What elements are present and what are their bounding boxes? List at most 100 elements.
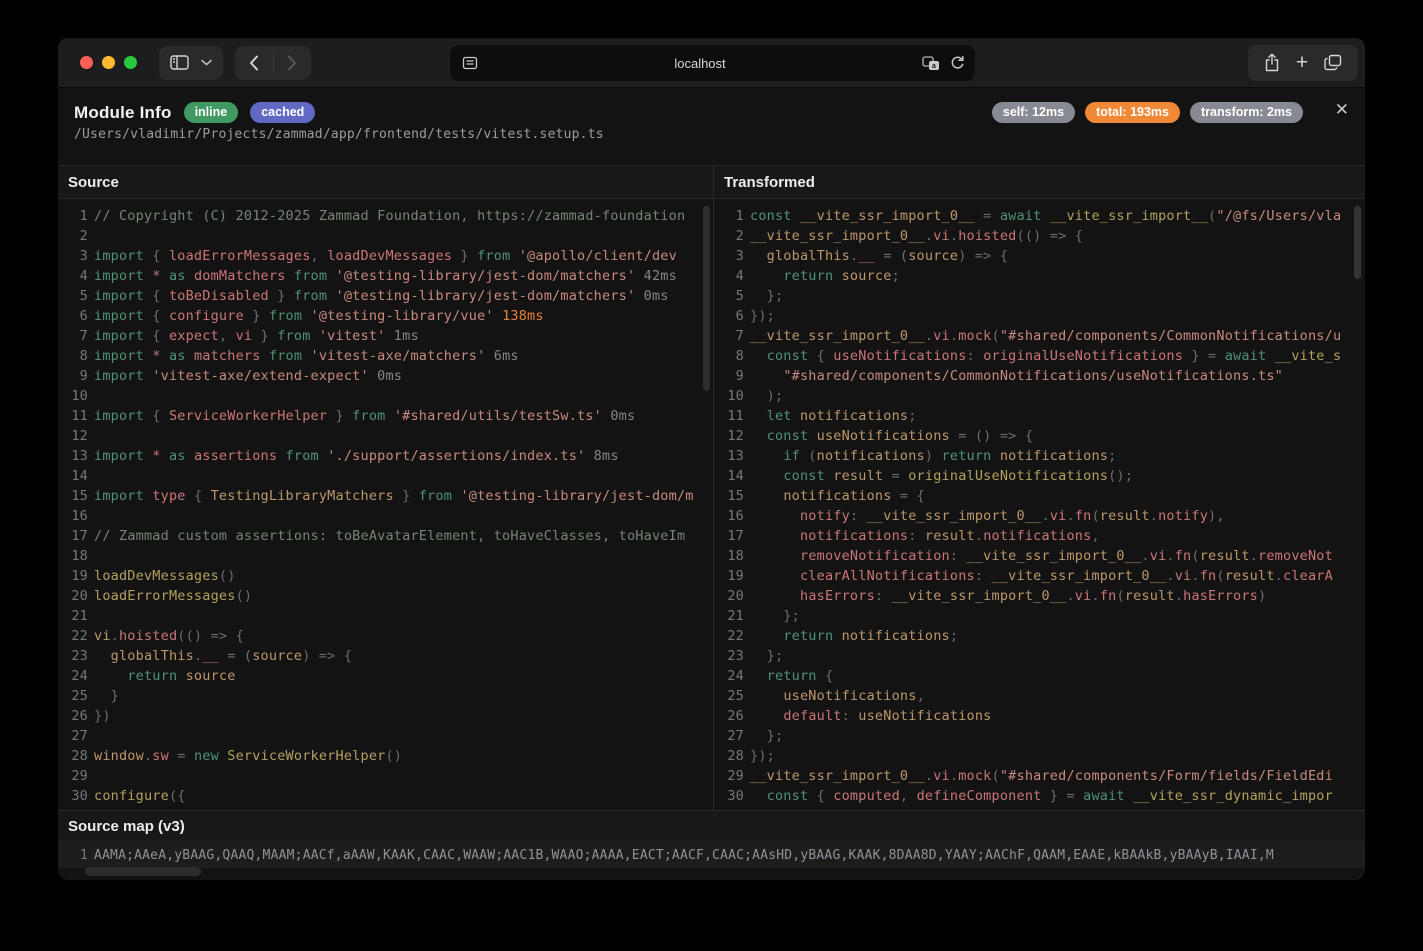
transformed-code[interactable]: 1const __vite_ssr_import_0__ = await __v… xyxy=(714,199,1365,810)
code-line: 11 let notifications; xyxy=(714,406,1365,426)
traffic-lights xyxy=(80,56,137,69)
sourcemap-line-number: 1 xyxy=(58,848,88,863)
code-line: 10 xyxy=(58,386,713,406)
tab-overview-icon[interactable] xyxy=(1324,54,1342,71)
code-line: 29__vite_ssr_import_0__.vi.mock("#shared… xyxy=(714,766,1365,786)
code-line: 1// Copyright (C) 2012-2025 Zammad Found… xyxy=(58,206,713,226)
code-line: 5 }; xyxy=(714,286,1365,306)
code-line: 2 xyxy=(58,226,713,246)
code-line: 5import { toBeDisabled } from '@testing-… xyxy=(58,286,713,306)
code-panels: Source 1// Copyright (C) 2012-2025 Zamma… xyxy=(58,166,1365,810)
translate-icon[interactable]: a xyxy=(922,56,940,71)
code-line: 22vi.hoisted(() => { xyxy=(58,626,713,646)
chevron-down-icon xyxy=(201,59,212,66)
code-line: 27 xyxy=(58,726,713,746)
code-line: 8 const { useNotifications: originalUseN… xyxy=(714,346,1365,366)
close-icon[interactable]: ✕ xyxy=(1335,100,1349,120)
self-time-badge: self: 12ms xyxy=(992,102,1075,123)
address-bar-actions: a xyxy=(922,55,965,71)
address-bar[interactable]: localhost a xyxy=(450,45,975,81)
total-time-badge: total: 193ms xyxy=(1085,102,1180,123)
code-line: 18 removeNotification: __vite_ssr_import… xyxy=(714,546,1365,566)
browser-toolbar: localhost a xyxy=(58,38,1365,88)
code-line: 24 return source xyxy=(58,666,713,686)
code-line: 9 "#shared/components/CommonNotification… xyxy=(714,366,1365,386)
transformed-panel: Transformed 1const __vite_ssr_import_0__… xyxy=(714,166,1365,810)
code-line: 7__vite_ssr_import_0__.vi.mock("#shared/… xyxy=(714,326,1365,346)
nav-buttons xyxy=(235,46,311,80)
sourcemap-title: Source map (v3) xyxy=(58,810,1365,842)
code-line: 18 xyxy=(58,546,713,566)
code-line: 13import * as assertions from './support… xyxy=(58,446,713,466)
url-text[interactable]: localhost xyxy=(478,56,922,71)
code-line: 3 globalThis.__ = (source) => { xyxy=(714,246,1365,266)
code-line: 13 if (notifications) return notificatio… xyxy=(714,446,1365,466)
page-title: Module Info xyxy=(74,103,172,123)
code-line: 2__vite_ssr_import_0__.vi.hoisted(() => … xyxy=(714,226,1365,246)
code-line: 26 default: useNotifications xyxy=(714,706,1365,726)
code-line: 27 }; xyxy=(714,726,1365,746)
sidebar-toggle-button[interactable] xyxy=(159,46,223,80)
source-scrollbar[interactable] xyxy=(703,206,710,391)
code-line: 25 } xyxy=(58,686,713,706)
code-line: 30 const { computed, defineComponent } =… xyxy=(714,786,1365,806)
code-line: 10 ); xyxy=(714,386,1365,406)
code-line: 14 const result = originalUseNotificatio… xyxy=(714,466,1365,486)
code-line: 3import { loadErrorMessages, loadDevMess… xyxy=(58,246,713,266)
zoom-window-button[interactable] xyxy=(124,56,137,69)
back-button[interactable] xyxy=(249,55,259,71)
code-line: 8import * as matchers from 'vitest-axe/m… xyxy=(58,346,713,366)
forward-button[interactable] xyxy=(287,55,297,71)
code-line: 16 xyxy=(58,506,713,526)
code-line: 12 const useNotifications = () => { xyxy=(714,426,1365,446)
new-tab-button[interactable]: + xyxy=(1296,52,1308,73)
code-line: 6}); xyxy=(714,306,1365,326)
minimize-window-button[interactable] xyxy=(102,56,115,69)
code-line: 14 xyxy=(58,466,713,486)
transformed-scrollbar[interactable] xyxy=(1354,206,1361,279)
code-line: 19loadDevMessages() xyxy=(58,566,713,586)
code-line: 20 hasErrors: __vite_ssr_import_0__.vi.f… xyxy=(714,586,1365,606)
sidebar-icon xyxy=(170,55,189,70)
close-window-button[interactable] xyxy=(80,56,93,69)
code-line: 30configure({ xyxy=(58,786,713,806)
code-line: 1const __vite_ssr_import_0__ = await __v… xyxy=(714,206,1365,226)
inline-badge: inline xyxy=(184,102,239,123)
transformed-panel-title: Transformed xyxy=(714,166,1365,199)
browser-window: localhost a xyxy=(58,38,1365,880)
source-code[interactable]: 1// Copyright (C) 2012-2025 Zammad Found… xyxy=(58,199,713,810)
code-line: 19 clearAllNotifications: __vite_ssr_imp… xyxy=(714,566,1365,586)
module-file-path: /Users/vladimir/Projects/zammad/app/fron… xyxy=(74,127,1349,142)
code-line: 25 useNotifications, xyxy=(714,686,1365,706)
code-line: 6import { configure } from '@testing-lib… xyxy=(58,306,713,326)
reload-icon[interactable] xyxy=(950,55,965,71)
timing-badges: self: 12ms total: 193ms transform: 2ms xyxy=(992,102,1303,123)
code-line: 28}); xyxy=(714,746,1365,766)
share-icon[interactable] xyxy=(1264,53,1280,72)
code-line: 23 globalThis.__ = (source) => { xyxy=(58,646,713,666)
code-line: 29 xyxy=(58,766,713,786)
code-line: 22 return notifications; xyxy=(714,626,1365,646)
code-line: 26}) xyxy=(58,706,713,726)
code-line: 21 }; xyxy=(714,606,1365,626)
code-line: 12 xyxy=(58,426,713,446)
toolbar-right-buttons: + xyxy=(1248,45,1358,81)
code-line: 17 notifications: result.notifications, xyxy=(714,526,1365,546)
sourcemap-section: Source map (v3) 1 AAMA;AAeA,yBAAG,QAAQ,M… xyxy=(58,810,1365,868)
code-line: 28window.sw = new ServiceWorkerHelper() xyxy=(58,746,713,766)
code-line: 4import * as domMatchers from '@testing-… xyxy=(58,266,713,286)
cached-badge: cached xyxy=(250,102,315,123)
code-line: 7import { expect, vi } from 'vitest' 1ms xyxy=(58,326,713,346)
horizontal-scrollbar[interactable] xyxy=(85,867,201,876)
source-panel-title: Source xyxy=(58,166,713,199)
code-line: 17// Zammad custom assertions: toBeAvata… xyxy=(58,526,713,546)
code-line: 21 xyxy=(58,606,713,626)
svg-text:a: a xyxy=(932,63,936,70)
code-line: 15 notifications = { xyxy=(714,486,1365,506)
sourcemap-line: 1 AAMA;AAeA,yBAAG,QAAQ,MAAM;AACf,aAAW,KA… xyxy=(58,842,1365,868)
nav-divider xyxy=(273,53,274,73)
code-line: 9import 'vitest-axe/extend-expect' 0ms xyxy=(58,366,713,386)
code-line: 20loadErrorMessages() xyxy=(58,586,713,606)
code-line: 23 }; xyxy=(714,646,1365,666)
page-format-icon[interactable] xyxy=(462,56,478,70)
